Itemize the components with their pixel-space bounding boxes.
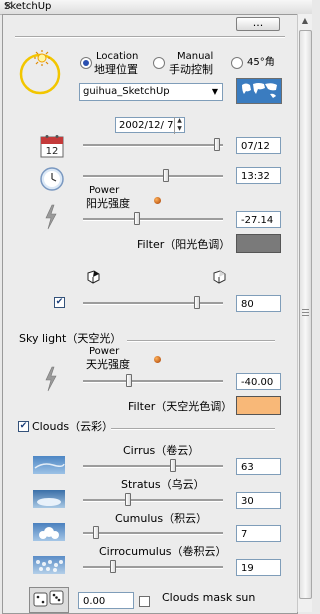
location-select[interactable]: guihua_SketchUp ▼ bbox=[79, 83, 223, 101]
divider bbox=[15, 36, 285, 38]
seed-field[interactable]: 0.00 bbox=[78, 592, 134, 609]
sun-filter-color-swatch[interactable] bbox=[236, 234, 281, 253]
radio-location[interactable] bbox=[80, 57, 92, 69]
cumulus-slider-thumb[interactable] bbox=[93, 526, 99, 539]
stratus-slider-track[interactable] bbox=[83, 499, 223, 502]
sun-power-field[interactable]: -27.14 bbox=[236, 211, 281, 228]
date-slider-track[interactable] bbox=[83, 144, 223, 147]
sun-power-slider-track[interactable] bbox=[83, 218, 223, 221]
scroll-up-icon[interactable]: ▲ bbox=[298, 14, 312, 28]
date-slider-thumb[interactable] bbox=[214, 138, 220, 151]
divider bbox=[127, 340, 275, 342]
sky-power-label-en: Power bbox=[89, 346, 120, 357]
shadow-slider-track[interactable] bbox=[83, 302, 223, 305]
clock-icon bbox=[39, 166, 65, 192]
sky-light-section-label: Sky light（天空光） bbox=[19, 332, 122, 345]
time-field[interactable]: 13:32 bbox=[236, 167, 281, 184]
date-field[interactable]: 07/12 bbox=[236, 137, 281, 154]
stratus-cloud-icon bbox=[33, 490, 65, 508]
stratus-label: Stratus（乌云） bbox=[121, 478, 205, 491]
cirrus-cloud-icon bbox=[33, 456, 65, 474]
stratus-field[interactable]: 30 bbox=[236, 492, 281, 509]
cirrus-slider-thumb[interactable] bbox=[170, 459, 176, 472]
sky-power-indicator bbox=[154, 356, 161, 363]
clouds-mask-sun-checkbox[interactable] bbox=[139, 596, 150, 607]
sun-icon bbox=[17, 49, 63, 95]
location-select-value: guihua_SketchUp bbox=[83, 86, 170, 97]
divider bbox=[111, 428, 275, 430]
shadow-slider-thumb[interactable] bbox=[194, 296, 200, 309]
cirrocumulus-label: Cirrocumulus（卷积云） bbox=[99, 545, 227, 558]
cumulus-field[interactable]: 7 bbox=[236, 525, 281, 542]
cumulus-label: Cumulus（积云） bbox=[115, 512, 208, 525]
sun-power-label-en: Power bbox=[89, 185, 120, 196]
sky-power-slider-thumb[interactable] bbox=[126, 374, 132, 387]
shadow-dark-icon bbox=[85, 269, 103, 285]
stratus-slider-thumb[interactable] bbox=[125, 493, 131, 506]
shadow-checkbox[interactable]: ✔ bbox=[54, 297, 65, 308]
sky-filter-color-swatch[interactable] bbox=[236, 396, 281, 415]
lightning-icon bbox=[43, 366, 59, 392]
cirrocumulus-field[interactable]: 19 bbox=[236, 559, 281, 576]
shadow-light-icon bbox=[211, 269, 229, 285]
lightning-icon bbox=[43, 204, 59, 230]
date-picker-value: 2002/12/ 7 bbox=[119, 120, 174, 131]
cumulus-cloud-icon bbox=[33, 523, 65, 541]
clouds-label: Clouds（云彩） bbox=[32, 420, 114, 433]
clouds-mask-sun-label: Clouds mask sun bbox=[162, 591, 256, 604]
sky-power-slider-track[interactable] bbox=[83, 380, 223, 383]
dice-icon[interactable] bbox=[29, 587, 69, 613]
clouds-checkbox[interactable]: ✔ bbox=[18, 421, 29, 432]
chevron-down-icon: ▼ bbox=[211, 87, 219, 96]
sun-filter-label: Filter（阳光色调） bbox=[137, 238, 231, 251]
close-icon[interactable]: ✕ bbox=[4, 1, 308, 12]
svg-text:12: 12 bbox=[46, 146, 59, 157]
cirrocumulus-cloud-icon bbox=[33, 556, 65, 574]
manual-label-cn: 手动控制 bbox=[169, 63, 213, 76]
calendar-icon: 12 bbox=[39, 133, 65, 159]
grip-line bbox=[302, 315, 309, 316]
radio-manual[interactable] bbox=[153, 57, 165, 69]
cirrus-field[interactable]: 63 bbox=[236, 458, 281, 475]
grip-line bbox=[302, 309, 309, 310]
location-label-en: Location bbox=[96, 51, 139, 62]
world-map-icon[interactable] bbox=[236, 78, 282, 104]
shadow-field[interactable]: 80 bbox=[236, 295, 281, 312]
location-label-cn: 地理位置 bbox=[94, 63, 138, 76]
manual-label-en: Manual bbox=[177, 51, 214, 62]
sky-filter-label: Filter（天空光色调） bbox=[128, 400, 233, 413]
sky-power-field[interactable]: -40.00 bbox=[236, 373, 281, 390]
cirrus-label: Cirrus（卷云） bbox=[123, 444, 200, 457]
cirrus-slider-track[interactable] bbox=[83, 465, 223, 468]
more-options-button[interactable]: ... bbox=[236, 17, 280, 31]
angle-label: 45°角 bbox=[247, 57, 275, 68]
date-spinner[interactable]: ▲ ▼ bbox=[174, 117, 184, 134]
sun-power-slider-thumb[interactable] bbox=[134, 212, 140, 225]
scrollbar-thumb[interactable] bbox=[299, 30, 312, 599]
sun-power-indicator bbox=[154, 197, 161, 204]
cumulus-slider-track[interactable] bbox=[83, 532, 223, 535]
vertical-scrollbar[interactable]: ▲ bbox=[297, 14, 312, 612]
sun-sky-panel: ... Location 地理位置 Manual 手动控制 45°角 guihu… bbox=[2, 14, 298, 614]
cirrocumulus-slider-track[interactable] bbox=[83, 566, 223, 569]
time-slider-thumb[interactable] bbox=[163, 169, 169, 182]
sky-power-label-cn: 天光强度 bbox=[86, 358, 130, 371]
grip-line bbox=[302, 312, 309, 313]
cirrocumulus-slider-thumb[interactable] bbox=[110, 560, 116, 573]
sun-power-label-cn: 阳光强度 bbox=[86, 197, 130, 210]
time-slider-track[interactable] bbox=[83, 175, 223, 178]
window-titlebar: SketchUp ✕ bbox=[0, 0, 312, 15]
date-picker[interactable]: 2002/12/ 7 ▲ ▼ bbox=[115, 117, 185, 134]
radio-45-degree[interactable] bbox=[231, 57, 243, 69]
